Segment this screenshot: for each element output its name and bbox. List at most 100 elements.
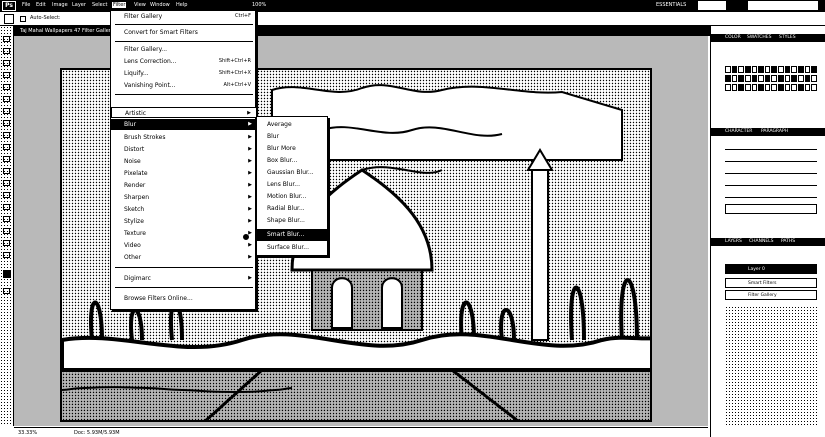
foreground-color-icon[interactable] [3, 270, 11, 278]
menu-item-blur[interactable]: Blur ▶ [111, 119, 257, 130]
essentials-button[interactable] [698, 1, 726, 10]
menu-help[interactable]: Help [176, 2, 187, 8]
tracking-field[interactable] [725, 166, 817, 174]
menu-edit[interactable]: Edit [36, 2, 46, 8]
document-title: Taj Mahal Wallpapers 47 Filter Gallery [20, 28, 114, 34]
tab-swatches[interactable]: SWATCHES [747, 35, 772, 40]
status-bar: 33.33% Doc: 5.93M/5.93M [14, 427, 708, 437]
gradient-icon[interactable] [3, 168, 10, 174]
tab-styles[interactable]: STYLES [779, 35, 796, 40]
auto-select-label: Auto-Select: [30, 15, 61, 21]
menu-item-render[interactable]: Render ▶ [111, 180, 257, 191]
status-zoom[interactable]: 33.33% [18, 430, 37, 436]
move-tool-icon[interactable] [4, 14, 14, 24]
menu-item-pixelate[interactable]: Pixelate ▶ [111, 168, 257, 179]
history-brush-icon[interactable] [3, 144, 10, 150]
layer-row-smart-filters[interactable]: Smart Filters [725, 278, 817, 288]
path-select-icon[interactable] [3, 216, 10, 222]
menu-file[interactable]: File [22, 2, 30, 8]
separator [115, 267, 253, 268]
menu-item-filter-gallery-last[interactable]: Filter Gallery Ctrl+F [111, 11, 257, 22]
layer-row-layer0[interactable]: Layer 0 [725, 264, 817, 274]
scale-field[interactable] [725, 178, 817, 186]
blur-submenu: Average Blur Blur More Box Blur... Gauss… [256, 116, 329, 256]
submenu-item-blur-more[interactable]: Blur More [257, 143, 329, 155]
menu-item-video[interactable]: Video ▶ [111, 240, 257, 251]
menu-select[interactable]: Select [92, 2, 107, 8]
submenu-item-lens-blur[interactable]: Lens Blur... [257, 179, 329, 191]
move-icon[interactable] [3, 36, 10, 42]
menu-item-brush-strokes[interactable]: Brush Strokes ▶ [111, 132, 257, 143]
menu-image[interactable]: Image [52, 2, 68, 8]
layers-empty-area [725, 306, 817, 426]
quick-select-icon[interactable] [3, 72, 10, 78]
menu-item-texture[interactable]: Texture ▶ [111, 228, 257, 239]
menu-item-distort[interactable]: Distort ▶ [111, 144, 257, 155]
submenu-item-box-blur[interactable]: Box Blur... [257, 155, 329, 167]
menu-item-lens-correction[interactable]: Lens Correction... Shift+Ctrl+R [111, 56, 257, 67]
menu-item-noise[interactable]: Noise ▶ [111, 156, 257, 167]
crop-icon[interactable] [3, 84, 10, 90]
eyedropper-icon[interactable] [3, 96, 10, 102]
cs-live-search[interactable] [748, 1, 818, 10]
menu-view[interactable]: View [134, 2, 146, 8]
submenu-item-smart-blur[interactable]: Smart Blur... [257, 229, 329, 241]
menu-item-sharpen[interactable]: Sharpen ▶ [111, 192, 257, 203]
menu-item-digimarc[interactable]: Digimarc ▶ [111, 273, 257, 284]
tab-paths[interactable]: PATHS [781, 239, 795, 244]
tab-layers[interactable]: LAYERS [725, 239, 742, 244]
menu-item-filter-gallery[interactable]: Filter Gallery... [111, 44, 257, 55]
type-icon[interactable] [3, 204, 10, 210]
quick-mask-icon[interactable] [3, 288, 10, 294]
hand-icon[interactable] [3, 240, 10, 246]
color-field[interactable] [725, 190, 817, 198]
submenu-item-blur[interactable]: Blur [257, 131, 329, 143]
submenu-item-surface-blur[interactable]: Surface Blur... [257, 242, 329, 254]
tab-character[interactable]: CHARACTER [725, 129, 752, 134]
menu-item-browse-filters-online[interactable]: Browse Filters Online... [111, 293, 257, 304]
menu-item-vanishing-point[interactable]: Vanishing Point... Alt+Ctrl+V [111, 80, 257, 91]
separator [115, 41, 253, 42]
workspace-label[interactable]: ESSENTIALS [656, 2, 686, 8]
submenu-item-average[interactable]: Average [257, 119, 329, 131]
shape-icon[interactable] [3, 228, 10, 234]
submenu-item-gaussian-blur[interactable]: Gaussian Blur... [257, 167, 329, 179]
type-style-buttons[interactable] [725, 204, 817, 214]
tab-color[interactable]: COLOR [725, 35, 741, 40]
menu-item-convert-smart-filters[interactable]: Convert for Smart Filters [111, 27, 257, 38]
auto-select-checkbox[interactable] [20, 16, 26, 22]
zoom-icon[interactable] [3, 252, 10, 258]
menu-item-artistic[interactable]: Artistic ▶ [111, 107, 257, 118]
stamp-icon[interactable] [3, 132, 10, 138]
menu-item-liquify[interactable]: Liquify... Shift+Ctrl+X [111, 68, 257, 79]
menu-filter[interactable]: Filter [112, 2, 127, 8]
font-family-field[interactable] [725, 142, 817, 150]
menu-item-other[interactable]: Other ▶ [111, 252, 257, 263]
status-doc-size[interactable]: Doc: 5.93M/5.93M [74, 430, 120, 436]
menu-item-stylize[interactable]: Stylize ▶ [111, 216, 257, 227]
zoom-level[interactable]: 100% [252, 2, 266, 8]
submenu-item-radial-blur[interactable]: Radial Blur... [257, 203, 329, 215]
swatches-panel-tabs[interactable]: COLOR SWATCHES STYLES [711, 34, 825, 42]
dodge-icon[interactable] [3, 180, 10, 186]
submenu-item-motion-blur[interactable]: Motion Blur... [257, 191, 329, 203]
menu-layer[interactable]: Layer [72, 2, 86, 8]
menu-item-sketch[interactable]: Sketch ▶ [111, 204, 257, 215]
pen-icon[interactable] [3, 192, 10, 198]
healing-icon[interactable] [3, 108, 10, 114]
layers-panel-tabs[interactable]: LAYERS CHANNELS PATHS [711, 238, 825, 246]
eraser-icon[interactable] [3, 156, 10, 162]
layer-row-filter-gallery[interactable]: Filter Gallery [725, 290, 817, 300]
character-panel-tabs[interactable]: CHARACTER PARAGRAPH [711, 128, 825, 136]
filter-menu: Filter Gallery Ctrl+F Convert for Smart F… [110, 10, 257, 310]
font-size-field[interactable] [725, 154, 817, 162]
tab-channels[interactable]: CHANNELS [749, 239, 774, 244]
swatch-grid[interactable] [725, 66, 817, 92]
menu-window[interactable]: Window [150, 2, 170, 8]
marquee-icon[interactable] [3, 48, 10, 54]
lasso-icon[interactable] [3, 60, 10, 66]
separator [115, 24, 253, 25]
brush-icon[interactable] [3, 120, 10, 126]
submenu-item-shape-blur[interactable]: Shape Blur... [257, 215, 329, 227]
tab-paragraph[interactable]: PARAGRAPH [761, 129, 788, 134]
